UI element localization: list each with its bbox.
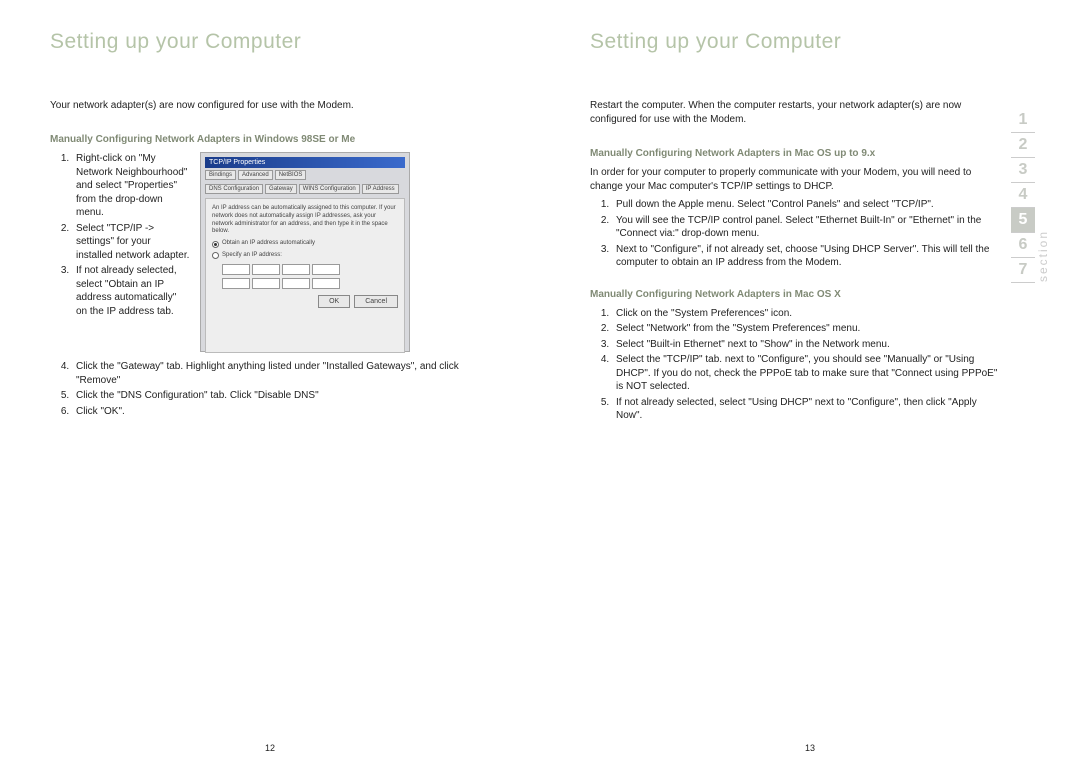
steps-win98-a: Right-click on "My Network Neighbourhood… [72, 152, 190, 318]
steps-win98-b: Click the "Gateway" tab. Highlight anyth… [72, 360, 490, 418]
section-win98: Manually Configuring Network Adapters in… [50, 133, 490, 418]
dialog-tab: Gateway [265, 184, 297, 194]
dialog-tab: WINS Configuration [299, 184, 360, 194]
dialog-body: An IP address can be automatically assig… [205, 198, 405, 353]
step-item: Click the "Gateway" tab. Highlight anyth… [72, 360, 490, 387]
ip-box [252, 278, 280, 289]
step-item: If not already selected, select "Using D… [612, 396, 1000, 423]
dialog-tab: DNS Configuration [205, 184, 263, 194]
right-page: Setting up your Computer Restart the com… [540, 0, 1080, 771]
dialog-tab: Advanced [238, 170, 273, 180]
step-item: Click "OK". [72, 405, 490, 419]
intro-text-right: Restart the computer. When the computer … [590, 99, 1000, 127]
section-label: section [1036, 230, 1050, 282]
step-item: Click the "DNS Configuration" tab. Click… [72, 389, 490, 403]
step-item: If not already selected, select "Obtain … [72, 264, 190, 318]
step-item: You will see the TCP/IP control panel. S… [612, 214, 1000, 241]
dialog-body-text: An IP address can be automatically assig… [212, 205, 398, 236]
dialog-title: TCP/IP Properties [205, 157, 405, 168]
section-nav-item-5: 5 [1011, 208, 1035, 233]
section-nav-item-4: 4 [1011, 183, 1035, 208]
step-item: Click on the "System Preferences" icon. [612, 307, 1000, 321]
dialog-tab: NetBIOS [275, 170, 307, 180]
subheading-macosx: Manually Configuring Network Adapters in… [590, 288, 1000, 301]
section-intro-macos9: In order for your computer to properly c… [590, 166, 1000, 194]
subheading-macos9: Manually Configuring Network Adapters in… [590, 147, 1000, 160]
ip-box [282, 278, 310, 289]
section-nav: 1 2 3 4 5 6 7 [1011, 108, 1035, 283]
steps-macos9: Pull down the Apple menu. Select "Contro… [612, 198, 1000, 270]
subheading-win98: Manually Configuring Network Adapters in… [50, 133, 490, 146]
intro-text-left: Your network adapter(s) are now configur… [50, 99, 490, 113]
ip-box [312, 278, 340, 289]
dialog-tab: Bindings [205, 170, 236, 180]
subnet-fields [222, 278, 398, 289]
section-nav-item-3: 3 [1011, 158, 1035, 183]
ip-box [222, 264, 250, 275]
ip-box [222, 278, 250, 289]
section-macosx: Manually Configuring Network Adapters in… [590, 288, 1000, 423]
step-item: Select "Network" from the "System Prefer… [612, 322, 1000, 336]
step-item: Select the "TCP/IP" tab. next to "Config… [612, 353, 1000, 394]
left-page: Setting up your Computer Your network ad… [0, 0, 540, 771]
page-number-left: 12 [265, 743, 275, 753]
section-nav-item-2: 2 [1011, 133, 1035, 158]
dialog-tab: IP Address [362, 184, 399, 194]
radio-obtain-auto: Obtain an IP address automatically [212, 240, 398, 248]
radio-icon [212, 252, 219, 259]
step-item: Select "Built-in Ethernet" next to "Show… [612, 338, 1000, 352]
ok-button: OK [318, 295, 350, 308]
cancel-button: Cancel [354, 295, 398, 308]
steps-macosx: Click on the "System Preferences" icon. … [612, 307, 1000, 423]
radio-label: Obtain an IP address automatically [222, 240, 315, 248]
page-heading-left: Setting up your Computer [50, 30, 490, 54]
ip-box [312, 264, 340, 275]
radio-label: Specify an IP address: [222, 252, 282, 260]
section-nav-item-6: 6 [1011, 233, 1035, 258]
step-item: Select "TCP/IP -> settings" for your ins… [72, 222, 190, 263]
step-item: Pull down the Apple menu. Select "Contro… [612, 198, 1000, 212]
step-item: Next to "Configure", if not already set,… [612, 243, 1000, 270]
page-heading-right: Setting up your Computer [590, 30, 1000, 54]
page-number-right: 13 [805, 743, 815, 753]
radio-icon [212, 241, 219, 248]
radio-specify: Specify an IP address: [212, 252, 398, 260]
tcpip-dialog-screenshot: TCP/IP Properties Bindings Advanced NetB… [200, 152, 410, 352]
section-nav-item-1: 1 [1011, 108, 1035, 133]
step-item: Right-click on "My Network Neighbourhood… [72, 152, 190, 220]
section-nav-item-7: 7 [1011, 258, 1035, 283]
ip-box [252, 264, 280, 275]
ip-box [282, 264, 310, 275]
section-macos9: Manually Configuring Network Adapters in… [590, 147, 1000, 270]
ip-address-fields [222, 264, 398, 275]
